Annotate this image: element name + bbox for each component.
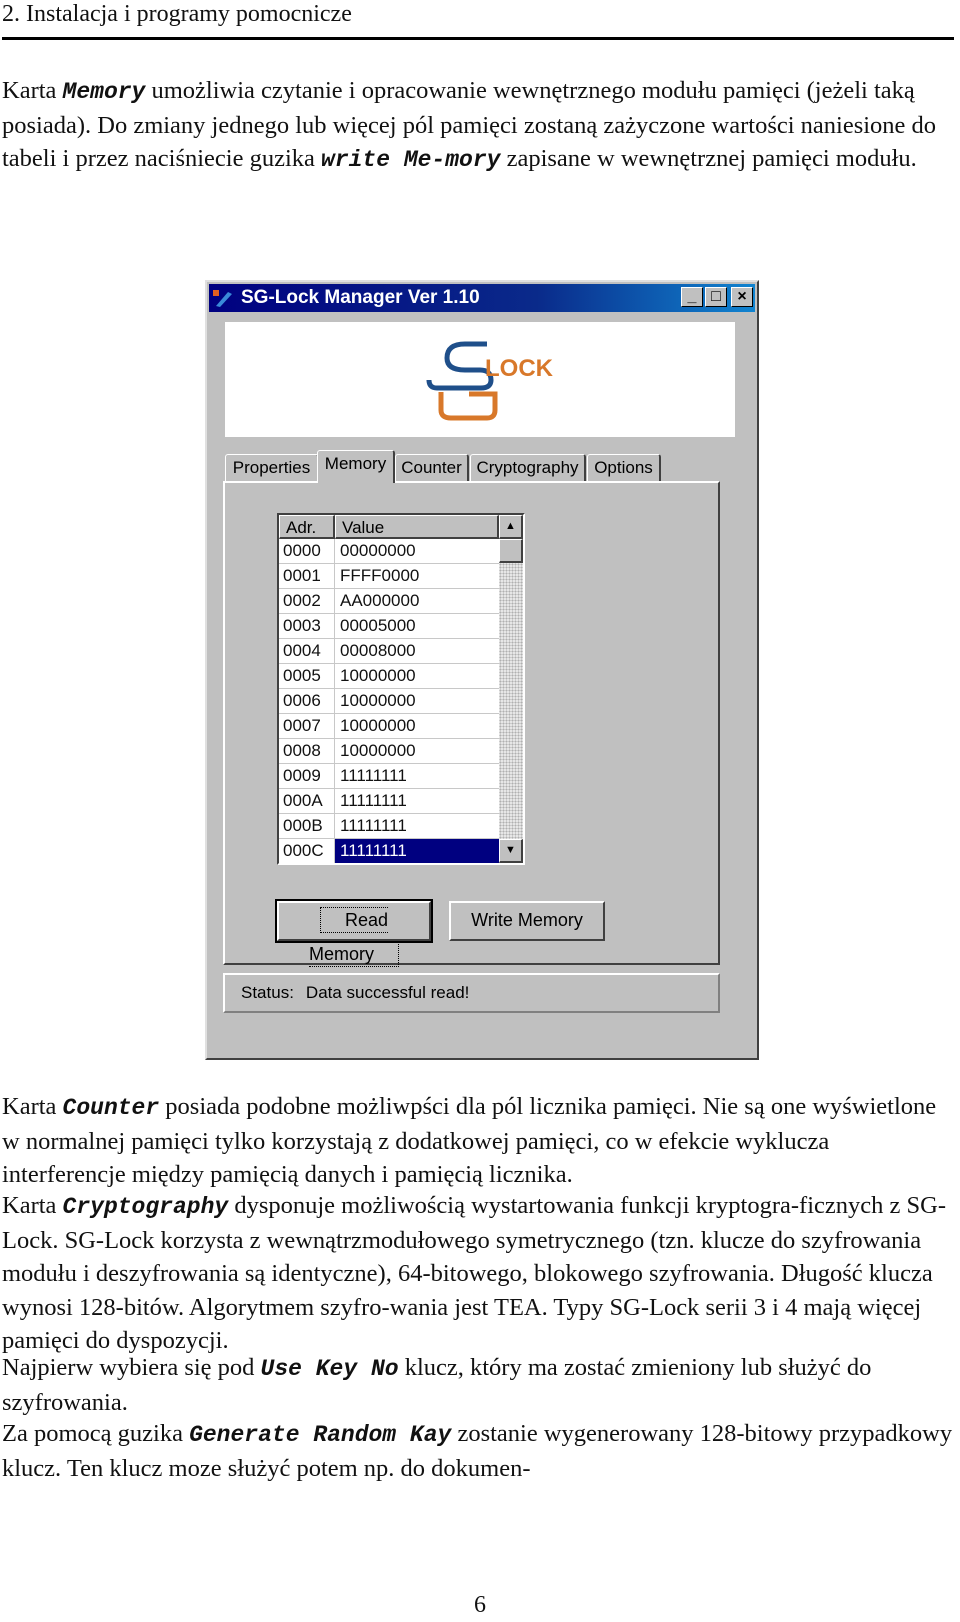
- tab-options[interactable]: Options: [587, 454, 661, 482]
- value-cell[interactable]: 11111111: [335, 764, 499, 788]
- scroll-down-icon[interactable]: ▼: [499, 839, 523, 863]
- value-cell[interactable]: AA000000: [335, 589, 499, 613]
- term-counter: Counter: [62, 1095, 160, 1121]
- status-text: Data successful read!: [305, 983, 470, 1002]
- scroll-up-icon[interactable]: ▲: [499, 515, 523, 539]
- page-header: 2. Instalacja i programy pomocnicze: [2, 1, 352, 27]
- tab-counter[interactable]: Counter: [395, 454, 469, 482]
- column-header-adr[interactable]: Adr.: [279, 515, 335, 539]
- term-write-memory: write Me-mory: [321, 147, 501, 174]
- table-row[interactable]: 000C 11111111: [279, 839, 499, 863]
- tab-memory[interactable]: Memory: [317, 450, 395, 483]
- value-cell[interactable]: 10000000: [335, 664, 499, 688]
- status-label: Status:: [241, 983, 294, 1002]
- text: Karta: [2, 1093, 63, 1120]
- address-cell: 0008: [279, 739, 335, 763]
- read-memory-label: Read Memory: [308, 907, 399, 967]
- table-row[interactable]: 0002 AA000000: [279, 589, 499, 614]
- value-cell[interactable]: 00000000: [335, 539, 499, 563]
- table-row[interactable]: 0001 FFFF0000: [279, 564, 499, 589]
- text: Karta: [2, 77, 63, 104]
- memory-table[interactable]: Adr. Value 0000 00000000 0001 FFFF0000 0002 A…: [277, 513, 525, 865]
- sg-lock-manager-window: SG-Lock Manager Ver 1.10 _ □ × LOCK Prop…: [205, 280, 759, 1060]
- value-cell[interactable]: 00005000: [335, 614, 499, 638]
- intro-paragraph: Karta Memory umożliwia czytanie i opraco…: [2, 74, 957, 178]
- address-cell: 0003: [279, 614, 335, 638]
- body-paragraph-counter: Karta Counter posiada podobne możliwpści…: [2, 1090, 957, 1192]
- address-cell: 000A: [279, 789, 335, 813]
- address-cell: 0006: [279, 689, 335, 713]
- read-memory-button[interactable]: Read Memory: [275, 899, 433, 967]
- term-generate-random-key: Generate Random Kay: [189, 1422, 452, 1448]
- table-row[interactable]: 0006 10000000: [279, 689, 499, 714]
- tab-properties[interactable]: Properties: [225, 454, 319, 482]
- app-icon: [213, 290, 232, 307]
- write-memory-button[interactable]: Write Memory: [449, 901, 605, 941]
- address-cell: 0002: [279, 589, 335, 613]
- table-row[interactable]: 0003 00005000: [279, 614, 499, 639]
- window-title: SG-Lock Manager Ver 1.10: [241, 287, 480, 308]
- scroll-thumb[interactable]: [499, 539, 523, 563]
- address-cell: 0001: [279, 564, 335, 588]
- address-cell: 000C: [279, 839, 335, 863]
- text: Najpierw wybiera się pod: [2, 1354, 261, 1381]
- value-cell[interactable]: FFFF0000: [335, 564, 499, 588]
- table-row[interactable]: 0008 10000000: [279, 739, 499, 764]
- table-header: Adr. Value: [279, 515, 499, 539]
- value-cell[interactable]: 10000000: [335, 739, 499, 763]
- table-row[interactable]: 000B 11111111: [279, 814, 499, 839]
- text: Za pomocą guzika: [2, 1420, 190, 1447]
- vertical-scrollbar[interactable]: ▲ ▼: [499, 515, 523, 863]
- table-row[interactable]: 0007 10000000: [279, 714, 499, 739]
- address-cell: 0009: [279, 764, 335, 788]
- text: Karta: [2, 1192, 63, 1219]
- column-header-value[interactable]: Value: [335, 515, 499, 539]
- term-cryptography: Cryptography: [62, 1194, 229, 1220]
- address-cell: 0004: [279, 639, 335, 663]
- address-cell: 0005: [279, 664, 335, 688]
- table-row[interactable]: 0005 10000000: [279, 664, 499, 689]
- value-cell[interactable]: 11111111: [335, 814, 499, 838]
- logo-graphic: LOCK: [426, 341, 554, 421]
- table-row[interactable]: 000A 11111111: [279, 789, 499, 814]
- table-row[interactable]: 0000 00000000: [279, 539, 499, 564]
- value-cell[interactable]: 11111111: [335, 839, 499, 863]
- term-use-key-no: Use Key No: [260, 1356, 399, 1382]
- memory-tab-panel: Adr. Value 0000 00000000 0001 FFFF0000 0002 A…: [223, 481, 720, 967]
- logo-text: LOCK: [485, 355, 554, 382]
- maximize-button[interactable]: □: [705, 287, 727, 307]
- sg-lock-logo: LOCK: [225, 322, 735, 437]
- minimize-button[interactable]: _: [681, 287, 703, 307]
- body-paragraph-cryptography: Karta Cryptography dysponuje możliwością…: [2, 1189, 957, 1357]
- body-paragraph-use-key: Najpierw wybiera się pod Use Key No kluc…: [2, 1351, 957, 1419]
- value-cell[interactable]: 11111111: [335, 789, 499, 813]
- body-paragraph-generate-key: Za pomocą guzika Generate Random Kay zos…: [2, 1417, 957, 1485]
- text: zapisane w wewnętrznej pamięci modułu.: [500, 145, 917, 173]
- address-cell: 000B: [279, 814, 335, 838]
- value-cell[interactable]: 10000000: [335, 714, 499, 738]
- close-button[interactable]: ×: [731, 287, 753, 307]
- table-row[interactable]: 0004 00008000: [279, 639, 499, 664]
- value-cell[interactable]: 00008000: [335, 639, 499, 663]
- page-number: 6: [474, 1592, 486, 1618]
- value-cell[interactable]: 10000000: [335, 689, 499, 713]
- term-memory: Memory: [62, 79, 146, 105]
- title-bar[interactable]: SG-Lock Manager Ver 1.10 _ □ ×: [209, 284, 755, 312]
- header-rule: [2, 37, 954, 40]
- address-cell: 0000: [279, 539, 335, 563]
- status-bar: Status: Data successful read!: [223, 973, 720, 1013]
- tab-cryptography[interactable]: Cryptography: [470, 454, 586, 482]
- table-row[interactable]: 0009 11111111: [279, 764, 499, 789]
- address-cell: 0007: [279, 714, 335, 738]
